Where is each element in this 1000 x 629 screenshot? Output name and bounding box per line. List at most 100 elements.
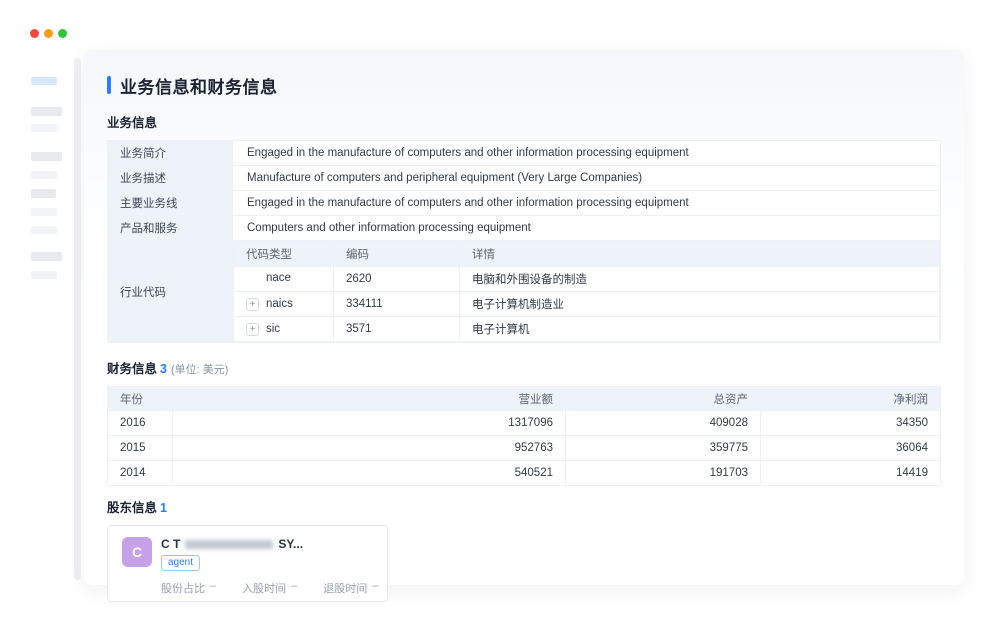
sidebar-item[interactable]: [31, 124, 57, 132]
row-value: Computers and other information processi…: [233, 216, 941, 241]
redacted-name: [185, 540, 273, 549]
revenue-cell: 540521: [173, 461, 566, 486]
sidebar-item[interactable]: [31, 271, 57, 279]
table-row: 业务描述 Manufacture of computers and periph…: [108, 166, 941, 191]
year-cell: 2014: [108, 461, 173, 486]
revenue-cell: 952763: [173, 436, 566, 461]
shareholder-name-suffix: SY...: [278, 537, 303, 551]
row-value: Engaged in the manufacture of computers …: [233, 141, 941, 166]
industry-codes-row: 行业代码 代码类型 编码 详情: [108, 241, 941, 343]
expand-spacer: [246, 271, 259, 284]
shareholder-fields: 股份占比 – 入股时间 – 退股时间 –: [161, 580, 373, 596]
column-header: 年份: [108, 387, 173, 411]
row-label: 产品和服务: [108, 216, 233, 241]
business-info-table: 业务简介 Engaged in the manufacture of compu…: [107, 140, 941, 343]
table-row: + naics 334111 电子计算机制造业: [234, 292, 940, 317]
profit-cell: 34350: [761, 411, 941, 436]
row-label: 业务描述: [108, 166, 233, 191]
code-type-cell: + sic: [234, 317, 334, 342]
shareholders-count-badge: 1: [160, 501, 167, 515]
sidebar-item[interactable]: [31, 252, 62, 261]
industry-codes-table: 代码类型 编码 详情 nace: [233, 241, 940, 342]
column-header: 总资产: [566, 387, 761, 411]
shareholder-card[interactable]: C C T SY... agent 股份占比 – 入股时间 – 退股时间 –: [107, 525, 388, 602]
finance-table: 年份 营业额 总资产 净利润 2016 1317096 409028 34350…: [107, 386, 941, 486]
table-row: 产品和服务 Computers and other information pr…: [108, 216, 941, 241]
code-type-cell: nace: [234, 267, 334, 292]
assets-cell: 359775: [566, 436, 761, 461]
business-section-label: 业务信息: [107, 116, 157, 130]
table-row: + sic 3571 电子计算机: [234, 317, 940, 342]
detail-cell: 电子计算机制造业: [460, 292, 940, 317]
code-cell: 334111: [334, 292, 460, 317]
column-header: 详情: [460, 242, 940, 267]
column-header: 营业额: [173, 387, 566, 411]
avatar: C: [122, 537, 152, 567]
field-label: 入股时间: [242, 580, 286, 596]
field-entry-date: 入股时间 –: [242, 580, 297, 596]
sidebar-divider: [74, 58, 81, 580]
assets-cell: 409028: [566, 411, 761, 436]
assets-cell: 191703: [566, 461, 761, 486]
row-label: 行业代码: [108, 241, 233, 343]
expand-icon[interactable]: +: [246, 323, 259, 336]
table-row: 主要业务线 Engaged in the manufacture of comp…: [108, 191, 941, 216]
code-type: sic: [266, 323, 280, 335]
code-type: naics: [266, 298, 293, 310]
shareholder-body: C T SY... agent 股份占比 – 入股时间 – 退股时间 –: [161, 537, 373, 590]
table-row: 2016 1317096 409028 34350: [108, 411, 941, 436]
code-type-cell: + naics: [234, 292, 334, 317]
shareholders-section-title: 股东信息1: [107, 497, 941, 516]
shareholders-section-label: 股东信息: [107, 501, 157, 515]
code-cell: 2620: [334, 267, 460, 292]
expand-icon[interactable]: +: [246, 298, 259, 311]
field-value: –: [210, 580, 216, 596]
table-header-row: 年份 营业额 总资产 净利润: [108, 387, 941, 411]
year-cell: 2015: [108, 436, 173, 461]
main-panel: 业务信息和财务信息 业务信息 业务简介 Engaged in the manuf…: [84, 50, 964, 585]
field-value: –: [291, 580, 297, 596]
table-header-row: 代码类型 编码 详情: [234, 242, 940, 267]
year-cell: 2016: [108, 411, 173, 436]
sidebar-item[interactable]: [31, 171, 57, 179]
finance-section-title: 财务信息3 (单位: 美元): [107, 358, 941, 377]
field-exit-date: 退股时间 –: [323, 580, 378, 596]
profit-cell: 14419: [761, 461, 941, 486]
shareholder-name: C T SY...: [161, 537, 373, 551]
minimize-button[interactable]: [44, 29, 53, 38]
zoom-button[interactable]: [58, 29, 67, 38]
sidebar-skeleton: [31, 77, 63, 279]
page-title: 业务信息和财务信息: [120, 73, 278, 98]
business-section-title: 业务信息: [107, 112, 941, 131]
sidebar-item[interactable]: [31, 189, 56, 198]
revenue-cell: 1317096: [173, 411, 566, 436]
finance-count-badge: 3: [160, 362, 167, 376]
field-value: –: [372, 580, 378, 596]
detail-cell: 电脑和外围设备的制造: [460, 267, 940, 292]
finance-section-label: 财务信息: [107, 362, 157, 376]
finance-unit-note: (单位: 美元): [171, 364, 228, 376]
field-label: 股份占比: [161, 580, 205, 596]
column-header: 代码类型: [234, 242, 334, 267]
sidebar-item[interactable]: [31, 226, 57, 234]
row-label: 业务简介: [108, 141, 233, 166]
sidebar-item[interactable]: [31, 152, 62, 161]
field-label: 退股时间: [323, 580, 367, 596]
sidebar-item[interactable]: [31, 107, 62, 116]
detail-cell: 电子计算机: [460, 317, 940, 342]
sidebar-item-active[interactable]: [31, 77, 57, 85]
sidebar-item[interactable]: [31, 208, 57, 216]
shareholder-name-prefix: C T: [161, 537, 180, 551]
row-label: 主要业务线: [108, 191, 233, 216]
table-row: 业务简介 Engaged in the manufacture of compu…: [108, 141, 941, 166]
title-accent-bar: [107, 76, 111, 94]
row-value: Manufacture of computers and peripheral …: [233, 166, 941, 191]
column-header: 净利润: [761, 387, 941, 411]
close-button[interactable]: [30, 29, 39, 38]
column-header: 编码: [334, 242, 460, 267]
code-cell: 3571: [334, 317, 460, 342]
page-header: 业务信息和财务信息: [107, 75, 941, 95]
field-share-ratio: 股份占比 –: [161, 580, 216, 596]
table-row: 2014 540521 191703 14419: [108, 461, 941, 486]
row-value: Engaged in the manufacture of computers …: [233, 191, 941, 216]
